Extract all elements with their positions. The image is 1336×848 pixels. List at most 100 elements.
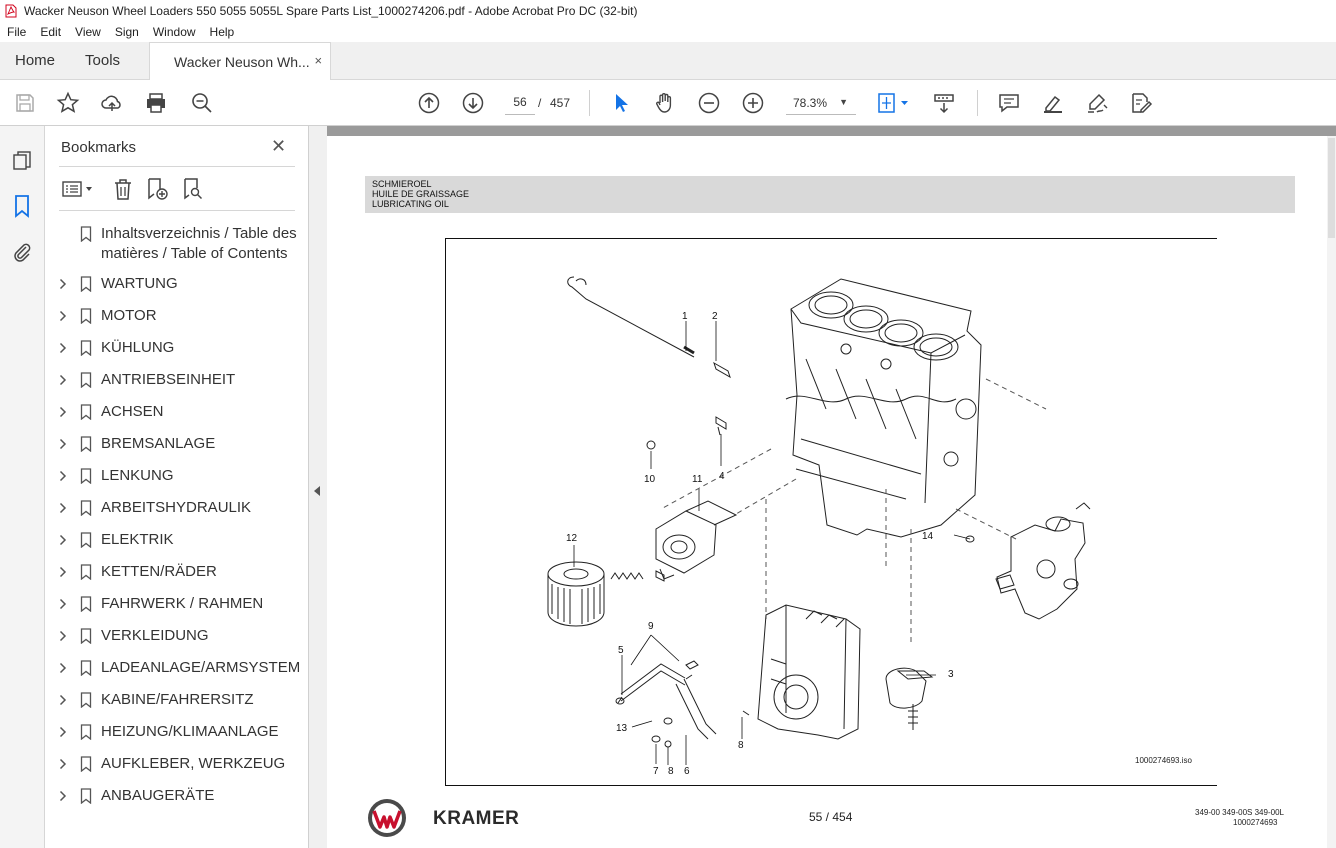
chevron-right-icon[interactable]: [57, 434, 69, 454]
bookmark-item[interactable]: MOTOR: [45, 304, 309, 328]
chevron-right-icon[interactable]: [57, 530, 69, 550]
bookmark-item[interactable]: LADEANLAGE/ARMSYSTEM: [45, 656, 309, 680]
select-cursor-icon[interactable]: [609, 91, 633, 115]
bookmark-options-icon[interactable]: [61, 177, 95, 201]
find-bookmark-icon[interactable]: [181, 177, 205, 201]
bookmark-item[interactable]: ELEKTRIK: [45, 528, 309, 552]
chevron-right-icon[interactable]: [57, 562, 69, 582]
bookmark-item[interactable]: KÜHLUNG: [45, 336, 309, 360]
chevron-right-icon[interactable]: [57, 658, 69, 678]
callout-6: 6: [684, 766, 690, 777]
chevron-right-icon[interactable]: [57, 306, 69, 326]
zoom-in-icon[interactable]: [741, 91, 765, 115]
next-page-icon[interactable]: [461, 91, 485, 115]
bookmark-item[interactable]: VERKLEIDUNG: [45, 624, 309, 648]
heading-de: SCHMIEROEL: [372, 179, 432, 189]
bookmark-panel-icon[interactable]: [10, 194, 34, 218]
zoom-select[interactable]: 78.3% ▼: [786, 89, 856, 115]
tab-tools[interactable]: Tools: [70, 42, 135, 79]
upload-icon[interactable]: [100, 91, 124, 115]
fit-page-icon[interactable]: [876, 91, 912, 115]
document-viewport[interactable]: SCHMIEROEL HUILE DE GRAISSAGE LUBRICATIN…: [327, 126, 1336, 848]
bookmark-item[interactable]: FAHRWERK / RAHMEN: [45, 592, 309, 616]
oil-filter-head-drawing: [655, 500, 738, 580]
bookmark-item[interactable]: BREMSANLAGE: [45, 432, 309, 456]
bookmark-item[interactable]: ACHSEN: [45, 400, 309, 424]
engine-lubrication-diagram: 1 2 3 4 5 6 7 8 8 9 10 11 12 13 14: [547, 276, 1091, 777]
injection-pump-drawing: [757, 604, 861, 740]
menu-file[interactable]: File: [0, 25, 33, 39]
menu-sign[interactable]: Sign: [108, 25, 146, 39]
bookmark-item[interactable]: LENKUNG: [45, 464, 309, 488]
bookmark-item[interactable]: ARBEITSHYDRAULIK: [45, 496, 309, 520]
edit-icon[interactable]: [1129, 91, 1153, 115]
zoom-out-icon[interactable]: [697, 91, 721, 115]
left-rail: [0, 126, 45, 848]
scrollbar-thumb[interactable]: [1328, 138, 1335, 238]
tab-home[interactable]: Home: [0, 42, 70, 79]
chevron-right-icon[interactable]: [57, 402, 69, 422]
chevron-down-icon: ▼: [839, 97, 848, 107]
star-icon[interactable]: [56, 91, 80, 115]
bookmark-icon: [79, 466, 93, 486]
bookmark-item[interactable]: ANTRIEBSEINHEIT: [45, 368, 309, 392]
panel-collapse-handle[interactable]: [309, 126, 327, 848]
search-zoom-icon[interactable]: [190, 91, 214, 115]
bookmark-item[interactable]: AUFKLEBER, WERKZEUG: [45, 752, 309, 776]
callout-5: 5: [618, 645, 624, 656]
bookmark-icon: [79, 498, 93, 518]
bookmark-icon: [79, 434, 93, 454]
chevron-right-icon[interactable]: [57, 594, 69, 614]
bookmark-label: KETTEN/RÄDER: [101, 563, 217, 580]
chevron-right-icon[interactable]: [57, 370, 69, 390]
bookmark-item[interactable]: ANBAUGERÄTE: [45, 784, 309, 808]
bookmark-item[interactable]: KETTEN/RÄDER: [45, 560, 309, 584]
chevron-right-icon[interactable]: [57, 338, 69, 358]
delete-bookmark-icon[interactable]: [112, 177, 134, 201]
tab-bar: Home Tools Wacker Neuson Wh... ×: [0, 42, 1336, 80]
chevron-right-icon[interactable]: [57, 466, 69, 486]
menu-view[interactable]: View: [68, 25, 108, 39]
print-icon[interactable]: [144, 91, 168, 115]
chevron-right-icon[interactable]: [57, 722, 69, 742]
bookmark-item[interactable]: KABINE/FAHRERSITZ: [45, 688, 309, 712]
attachment-icon[interactable]: [10, 240, 34, 264]
chevron-right-icon[interactable]: [57, 754, 69, 774]
oil-filter-drawing: [547, 561, 605, 627]
vertical-scrollbar[interactable]: [1327, 136, 1336, 848]
new-bookmark-icon[interactable]: [145, 177, 169, 201]
chevron-right-icon[interactable]: [57, 690, 69, 710]
chevron-left-icon: [314, 486, 320, 496]
bookmark-item[interactable]: WARTUNG: [45, 272, 309, 296]
chevron-right-icon[interactable]: [57, 274, 69, 294]
tab-close-icon[interactable]: ×: [314, 53, 322, 68]
prev-page-icon[interactable]: [417, 91, 441, 115]
scroll-mode-icon[interactable]: [932, 91, 956, 115]
menu-edit[interactable]: Edit: [33, 25, 68, 39]
sign-icon[interactable]: [1085, 91, 1109, 115]
callout-10: 10: [644, 474, 656, 485]
chevron-right-icon[interactable]: [57, 786, 69, 806]
chevron-right-icon[interactable]: [57, 626, 69, 646]
close-icon[interactable]: ✕: [271, 136, 286, 157]
save-icon[interactable]: [13, 91, 37, 115]
window-title: Wacker Neuson Wheel Loaders 550 5055 505…: [24, 4, 638, 18]
hand-icon[interactable]: [653, 91, 677, 115]
bookmark-label: ARBEITSHYDRAULIK: [101, 499, 252, 516]
menu-window[interactable]: Window: [146, 25, 203, 39]
relief-spring-drawing: [610, 572, 644, 580]
tab-document[interactable]: Wacker Neuson Wh... ×: [149, 42, 332, 80]
menu-help[interactable]: Help: [203, 25, 242, 39]
highlight-icon[interactable]: [1041, 91, 1065, 115]
window-titlebar: Wacker Neuson Wheel Loaders 550 5055 505…: [0, 0, 1336, 22]
bookmark-label: WARTUNG: [101, 275, 178, 292]
bookmark-label: LENKUNG: [101, 467, 174, 484]
bookmark-item-toc[interactable]: Inhaltsverzeichnis / Table des matières …: [45, 224, 309, 264]
oil-pipe-drawing: [617, 663, 717, 740]
comment-icon[interactable]: [997, 91, 1021, 115]
bookmark-item[interactable]: HEIZUNG/KLIMAANLAGE: [45, 720, 309, 744]
chevron-right-icon[interactable]: [57, 498, 69, 518]
bookmark-label: AUFKLEBER, WERKZEUG: [101, 755, 286, 772]
page-number-input[interactable]: [505, 89, 535, 115]
pages-thumbnail-icon[interactable]: [10, 148, 34, 172]
